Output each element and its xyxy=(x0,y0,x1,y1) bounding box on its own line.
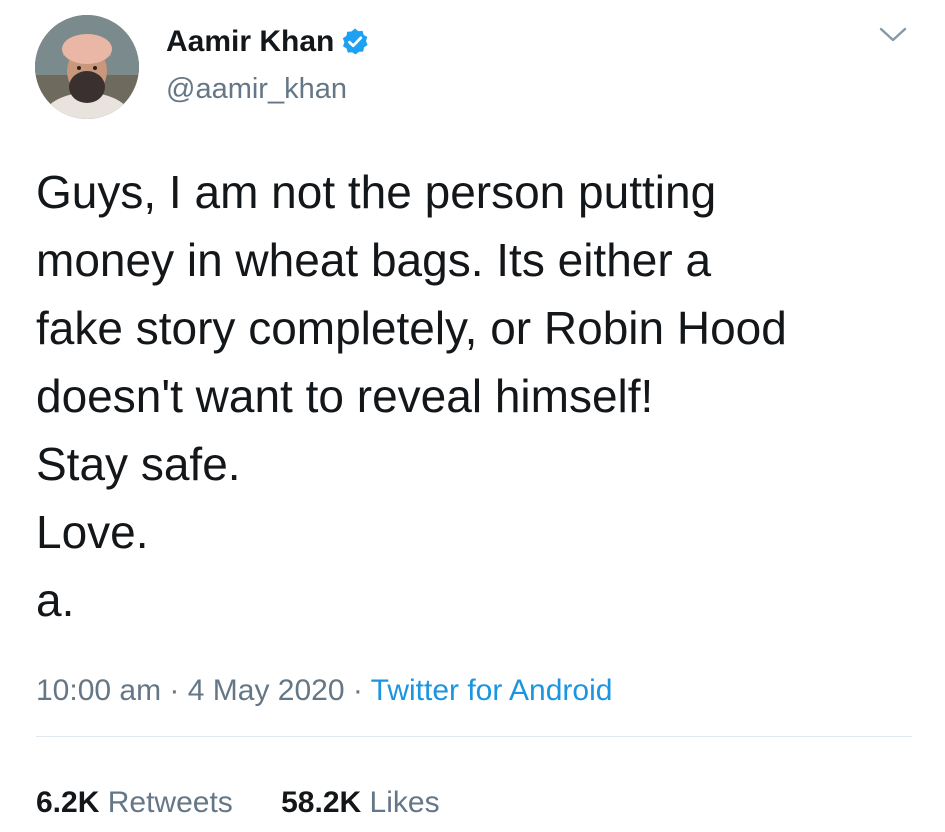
tweet-card: Aamir Khan @aamir_khan Guys, I am not th… xyxy=(0,0,945,832)
tweet-line: a. xyxy=(36,574,75,626)
verified-badge-icon xyxy=(340,27,370,57)
likes-label: Likes xyxy=(369,786,440,819)
tweet-date[interactable]: 4 May 2020 xyxy=(188,674,345,707)
meta-separator: · xyxy=(344,674,371,707)
avatar[interactable] xyxy=(35,15,139,119)
author-handle[interactable]: @aamir_khan xyxy=(166,72,347,106)
retweets-stat[interactable]: 6.2K Retweets xyxy=(36,784,233,822)
tweet-time[interactable]: 10:00 am xyxy=(36,674,161,707)
tweet-line: Love. xyxy=(36,506,149,558)
tweet-line: Guys, I am not the person putting xyxy=(36,166,717,218)
likes-count: 58.2K xyxy=(281,786,362,819)
chevron-down-icon[interactable] xyxy=(877,24,909,46)
tweet-stats: 6.2K Retweets 58.2K Likes xyxy=(36,784,440,822)
tweet-line: Stay safe. xyxy=(36,438,241,490)
tweet-line: money in wheat bags. Its either a xyxy=(36,234,712,286)
divider xyxy=(36,736,912,737)
author-name-row[interactable]: Aamir Khan xyxy=(166,24,370,60)
avatar-image xyxy=(35,15,139,119)
display-name[interactable]: Aamir Khan xyxy=(166,24,334,60)
retweets-count: 6.2K xyxy=(36,786,100,819)
tweet-meta: 10:00 am · 4 May 2020 · Twitter for Andr… xyxy=(36,672,612,710)
likes-stat[interactable]: 58.2K Likes xyxy=(281,784,439,822)
meta-separator: · xyxy=(161,674,188,707)
tweet-source-link[interactable]: Twitter for Android xyxy=(371,674,613,707)
tweet-text: Guys, I am not the person putting money … xyxy=(36,158,926,634)
tweet-line: doesn't want to reveal himself! xyxy=(36,370,654,422)
tweet-line: fake story completely, or Robin Hood xyxy=(36,302,787,354)
retweets-label: Retweets xyxy=(107,786,233,819)
